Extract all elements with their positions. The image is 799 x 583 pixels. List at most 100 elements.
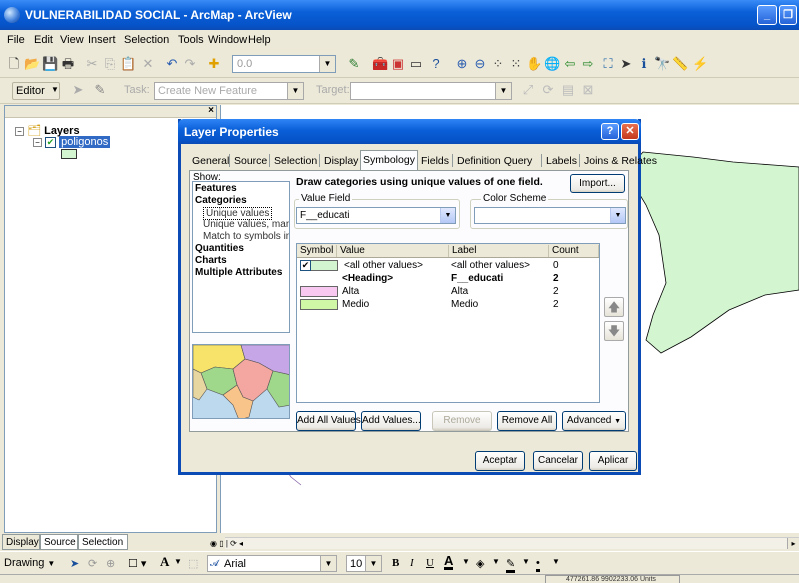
print-icon[interactable]: 🖶 [60,56,76,72]
arccatalog-icon[interactable]: ▣ [390,56,406,72]
show-item-unique-values-many[interactable]: Unique values, many f [203,219,289,230]
menu-file[interactable]: File [7,34,25,46]
paste-icon[interactable]: 📋 [120,56,136,72]
sketch-tool-icon[interactable]: ✎ [92,82,108,98]
rotate-icon[interactable]: ⟳ [88,557,97,570]
column-label[interactable]: Label [449,245,549,257]
column-count[interactable]: Count [549,245,599,257]
measure-icon[interactable]: 📏 [672,56,688,72]
menu-view[interactable]: View [60,34,84,46]
show-item-charts[interactable]: Charts [195,255,227,266]
minimize-button[interactable]: _ [757,5,777,25]
tab-selection[interactable]: Selection [272,152,319,170]
chevron-down-icon[interactable]: ▼ [319,56,335,72]
chevron-down-icon[interactable]: ▼ [495,83,511,99]
add-all-values-button[interactable]: Add All Values [296,411,361,431]
zoom-in-icon[interactable]: ⊕ [454,56,470,72]
identify-icon[interactable]: ℹ [636,56,652,72]
advanced-button[interactable]: Advanced ▼ [562,411,626,431]
rectangle-icon[interactable]: ☐ ▾ [128,557,146,570]
table-row[interactable]: <Heading> F__educati 2 [297,273,599,285]
underline-icon[interactable]: U [426,557,434,569]
delete-icon[interactable]: ✕ [140,56,156,72]
bold-icon[interactable]: B [392,557,399,569]
menu-window[interactable]: Window [208,34,247,46]
hyperlink-icon[interactable]: ⚡ [692,56,708,72]
drawing-menu[interactable]: Drawing ▼ [4,557,55,569]
symbol-swatch[interactable] [300,286,338,297]
move-down-icon[interactable]: 🡇 [604,321,624,341]
zoom-out-icon[interactable]: ⊖ [472,56,488,72]
chevron-down-icon[interactable]: ▼ [610,208,625,223]
tab-fields[interactable]: Fields [419,152,451,170]
back-extent-icon[interactable]: ⇦ [562,56,578,72]
arctoolbox-icon[interactable]: 🧰 [372,56,388,72]
zoom-whole-page-icon[interactable]: ⊕ [106,557,115,570]
select-elements-icon[interactable]: ➤ [618,56,634,72]
tab-source[interactable]: Source [40,534,78,550]
menu-tools[interactable]: Tools [178,34,204,46]
font-color-icon[interactable]: A [444,554,454,570]
italic-icon[interactable]: I [410,557,414,569]
tab-symbology[interactable]: Symbology [360,150,418,170]
collapse-icon[interactable]: − [33,137,42,147]
symbol-swatch[interactable] [300,299,338,310]
column-symbol[interactable]: Symbol [297,245,337,257]
restore-button[interactable]: ❐ [779,5,797,25]
sketch-properties-icon[interactable]: ⊠ [580,82,596,98]
open-folder-icon[interactable]: 📂 [24,56,40,72]
map-scale-combo[interactable]: 0.0 ▼ [232,55,336,73]
move-up-icon[interactable]: 🡅 [604,297,624,317]
layer-symbol-swatch[interactable] [61,149,77,159]
collapse-icon[interactable]: − [15,126,24,136]
chevron-down-icon[interactable]: ▼ [320,556,336,571]
column-value[interactable]: Value [337,245,449,257]
import-button[interactable]: Import... [570,174,625,193]
add-values-button[interactable]: Add Values... [361,411,421,431]
ok-button[interactable]: Aceptar [475,451,525,471]
copy-icon[interactable]: ⎘ [102,56,118,72]
color-scheme-combo[interactable]: ▼ [474,207,626,224]
cancel-button[interactable]: Cancelar [533,451,583,471]
whats-this-icon[interactable]: ? [428,56,444,72]
show-item-categories[interactable]: Categories [195,195,247,206]
fixed-zoom-in-icon[interactable]: ⁘ [490,56,506,72]
chevron-down-icon[interactable]: ▼ [287,83,303,99]
close-icon[interactable]: ✕ [621,123,639,140]
editor-menu-button[interactable]: Editor ▼ [12,82,60,100]
toc-window-icon[interactable]: ▭ [408,56,424,72]
font-family-combo[interactable]: Arial 𝓐 ▼ [207,555,337,572]
attributes-icon[interactable]: ▤ [560,82,576,98]
menu-selection[interactable]: Selection [124,34,169,46]
close-icon[interactable]: × [208,105,214,116]
tab-display[interactable]: Display [2,534,40,550]
toc-layer-row[interactable]: − ✔ poligonos [33,136,111,148]
find-binoculars-icon[interactable]: 🔭 [654,56,670,72]
new-document-icon[interactable]: 🗋 [6,56,22,72]
pan-hand-icon[interactable]: ✋ [526,56,542,72]
chevron-down-icon[interactable]: ▼ [365,556,381,571]
chevron-down-icon[interactable]: ▼ [462,557,470,566]
line-color-icon[interactable]: ✎ [506,557,516,573]
undo-icon[interactable]: ↶ [164,56,180,72]
unique-values-table[interactable]: Symbol Value Label Count ✔ <all other val… [296,243,600,403]
add-data-icon[interactable]: ✚ [206,56,222,72]
show-item-features[interactable]: Features [195,183,237,194]
table-row[interactable]: Alta Alta 2 [297,286,599,298]
fill-color-icon[interactable]: ◈ [476,557,484,570]
target-combo[interactable]: ▼ [350,82,512,100]
font-size-combo[interactable]: 10 ▼ [346,555,382,572]
menu-edit[interactable]: Edit [34,34,53,46]
table-row[interactable]: Medio Medio 2 [297,299,599,311]
chevron-down-icon[interactable]: ▼ [492,557,500,566]
show-item-match-symbols[interactable]: Match to symbols in a [203,231,289,242]
layer-visibility-checkbox[interactable]: ✔ [45,136,57,148]
view-toggle-icons[interactable]: ◉ ▯ | ⟳ ◂ [210,538,262,549]
new-text-icon[interactable]: A [160,554,169,570]
row-visibility-checkbox[interactable]: ✔ [300,260,311,271]
map-horizontal-scrollbar[interactable]: ◉ ▯ | ⟳ ◂ ▸ [210,537,799,549]
help-icon[interactable]: ? [601,123,619,140]
select-features-icon[interactable]: ⛶ [600,56,616,72]
show-item-multiple-attributes[interactable]: Multiple Attributes [195,267,282,278]
edit-tool-icon[interactable]: ➤ [70,82,86,98]
